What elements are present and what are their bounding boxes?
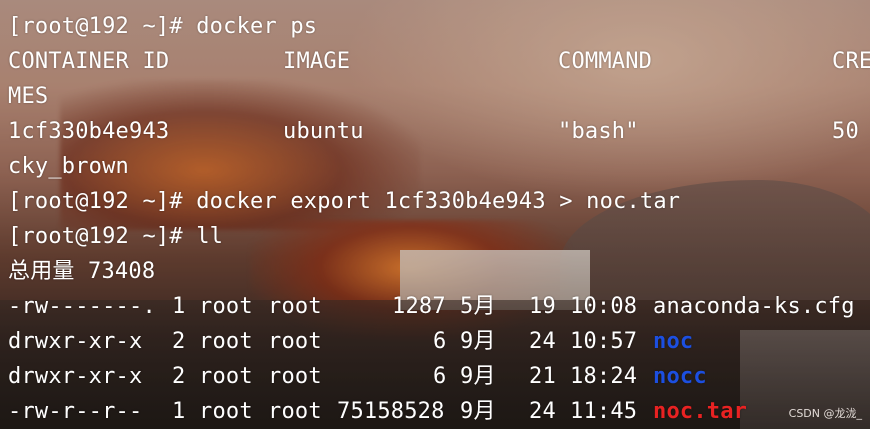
file-month: 5月: [460, 294, 496, 319]
file-links: 1: [172, 294, 186, 319]
file-group: root: [268, 364, 322, 389]
total-size: 总用量 73408: [8, 259, 156, 284]
file-group: root: [268, 399, 322, 424]
file-owner: root: [199, 329, 253, 354]
file-time: 18:24: [570, 364, 638, 389]
wrapped-text: cky_brown: [8, 154, 130, 179]
prompt-command: [root@192 ~]# docker ps: [8, 14, 318, 39]
wrapped-text: MES: [8, 84, 49, 109]
file-links: 2: [172, 329, 186, 354]
file-month: 9月: [460, 399, 496, 424]
container-image: ubuntu: [283, 119, 364, 144]
terminal-line: CONTAINER ID IMAGE COMMAND CRE: [8, 47, 870, 77]
file-day: 24: [529, 399, 556, 424]
file-size: 1287: [392, 294, 446, 319]
terminal-line: [root@192 ~]# ll: [8, 222, 223, 252]
directory-name[interactable]: noc: [653, 327, 693, 357]
file-month: 9月: [460, 329, 496, 354]
column-header: CONTAINER ID: [8, 49, 170, 74]
terminal-line: [root@192 ~]# docker ps: [8, 12, 317, 42]
archive-file-name[interactable]: noc.tar: [653, 397, 747, 427]
file-group: root: [268, 329, 322, 354]
file-permissions: -rw-------.: [8, 294, 156, 319]
column-header: CRE: [832, 49, 870, 74]
terminal-line: 总用量 73408: [8, 257, 155, 287]
column-header: COMMAND: [558, 49, 653, 74]
file-day: 24: [529, 329, 556, 354]
file-row: -rw-r--r-- 1 root root 75158528 9月 24 11…: [8, 397, 870, 427]
directory-name[interactable]: nocc: [653, 362, 707, 392]
file-owner: root: [199, 364, 253, 389]
column-header: IMAGE: [283, 49, 351, 74]
file-owner: root: [199, 294, 253, 319]
file-day: 19: [529, 294, 556, 319]
file-month: 9月: [460, 364, 496, 389]
file-time: 11:45: [570, 399, 638, 424]
file-owner: root: [199, 399, 253, 424]
file-row: drwxr-xr-x 2 root root 6 9月 21 18:24 noc…: [8, 362, 870, 392]
file-permissions: drwxr-xr-x: [8, 329, 143, 354]
container-id: 1cf330b4e943: [8, 119, 170, 144]
terminal-output[interactable]: [root@192 ~]# docker ps CONTAINER ID IMA…: [0, 0, 870, 429]
file-name[interactable]: anaconda-ks.cfg: [653, 292, 855, 322]
file-row: drwxr-xr-x 2 root root 6 9月 24 10:57 noc: [8, 327, 870, 357]
file-group: root: [268, 294, 322, 319]
file-permissions: drwxr-xr-x: [8, 364, 143, 389]
file-day: 21: [529, 364, 556, 389]
file-size: 6: [433, 364, 447, 389]
file-time: 10:08: [570, 294, 638, 319]
terminal-line: cky_brown: [8, 152, 129, 182]
container-created: 50: [832, 119, 859, 144]
prompt-command: [root@192 ~]# docker export 1cf330b4e943…: [8, 189, 681, 214]
file-permissions: -rw-r--r--: [8, 399, 143, 424]
file-links: 1: [172, 399, 186, 424]
file-links: 2: [172, 364, 186, 389]
file-size: 6: [433, 329, 447, 354]
container-command: "bash": [558, 119, 639, 144]
watermark: CSDN @龙泷_: [788, 407, 862, 420]
terminal-line: [root@192 ~]# docker export 1cf330b4e943…: [8, 187, 680, 217]
file-time: 10:57: [570, 329, 638, 354]
prompt-command: [root@192 ~]# ll: [8, 224, 224, 249]
terminal-line: 1cf330b4e943 ubuntu "bash" 50: [8, 117, 870, 147]
file-size: 75158528: [337, 399, 445, 424]
file-row: -rw-------. 1 root root 1287 5月 19 10:08…: [8, 292, 870, 322]
terminal-line: MES: [8, 82, 62, 112]
